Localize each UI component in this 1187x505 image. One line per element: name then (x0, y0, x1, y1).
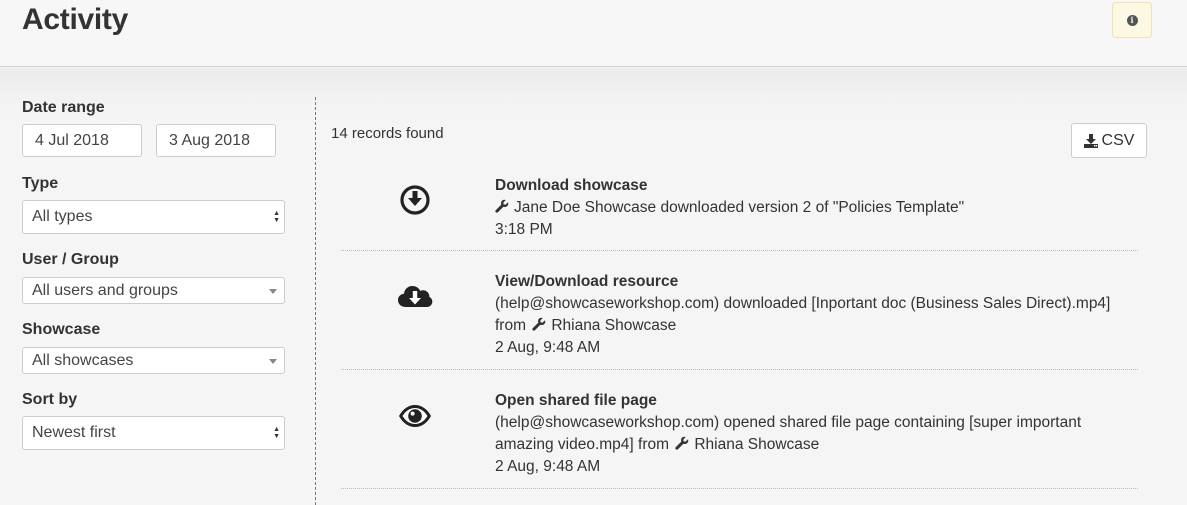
activity-time: 2 Aug, 9:48 AM (495, 458, 601, 475)
download-icon (1083, 133, 1098, 148)
activity-item-text: View/Download resource (help@showcasewor… (495, 271, 1135, 359)
sort-by-select-value: Newest first (32, 424, 116, 441)
activity-title: Download showcase (495, 177, 648, 194)
showcase-select[interactable]: All showcases (22, 347, 285, 374)
type-select[interactable]: All types ▲ ▼ (22, 200, 285, 234)
activity-description: Jane Doe Showcase downloaded version 2 o… (495, 197, 1135, 219)
activity-item-text: Download showcase Jane Doe Showcase down… (495, 175, 1135, 241)
cloud-download-icon (398, 286, 433, 307)
records-count: 14 records found (331, 125, 444, 142)
wrench-icon (532, 317, 546, 331)
wrench-icon (675, 436, 689, 450)
sidebar-divider (315, 97, 316, 505)
download-circle-icon (400, 185, 430, 215)
date-to-input[interactable]: 3 Aug 2018 (156, 124, 276, 157)
activity-description: (help@showcaseworkshop.com) opened share… (495, 414, 1082, 431)
sort-by-label: Sort by (22, 391, 78, 408)
activity-description: (help@showcaseworkshop.com) downloaded [… (495, 295, 1111, 312)
user-group-label: User / Group (22, 251, 119, 268)
showcase-select-value: All showcases (32, 352, 134, 369)
date-from-input[interactable]: 4 Jul 2018 (22, 124, 142, 157)
activity-description-cont: amazing video.mp4] from Rhiana Showcase (495, 436, 820, 453)
showcase-label: Showcase (22, 321, 101, 338)
user-group-select[interactable]: All users and groups (22, 277, 285, 304)
page-title: Activity (22, 3, 128, 36)
date-range-label: Date range (22, 99, 105, 116)
chevron-down-icon (269, 358, 277, 364)
chevron-down-icon (269, 288, 277, 294)
eye-icon (399, 405, 431, 427)
csv-export-button[interactable]: CSV (1071, 123, 1147, 158)
activity-item-text: Open shared file page (help@showcasework… (495, 390, 1135, 478)
info-button[interactable]: i (1112, 2, 1152, 38)
activity-detail: Jane Doe Showcase downloaded version 2 o… (514, 199, 965, 216)
wrench-icon (495, 199, 509, 213)
activity-time: 2 Aug, 9:48 AM (495, 339, 601, 356)
type-select-value: All types (32, 208, 93, 225)
csv-button-label: CSV (1101, 131, 1135, 149)
select-arrows-icon: ▲ ▼ (273, 426, 280, 440)
activity-item: Open shared file page (help@showcasework… (341, 370, 1138, 489)
select-arrows-icon: ▲ ▼ (273, 210, 280, 224)
info-icon: i (1126, 14, 1138, 26)
activity-item: View/Download resource (help@showcasewor… (341, 251, 1138, 370)
user-group-select-value: All users and groups (32, 282, 178, 299)
page-header: Activity i (0, 0, 1187, 67)
type-label: Type (22, 175, 59, 192)
activity-item: Download showcase Jane Doe Showcase down… (341, 170, 1138, 251)
activity-title: View/Download resource (495, 273, 679, 290)
activity-time: 3:18 PM (495, 221, 553, 238)
sort-by-select[interactable]: Newest first ▲ ▼ (22, 416, 285, 450)
activity-description-cont: from Rhiana Showcase (495, 317, 677, 334)
activity-title: Open shared file page (495, 392, 657, 409)
